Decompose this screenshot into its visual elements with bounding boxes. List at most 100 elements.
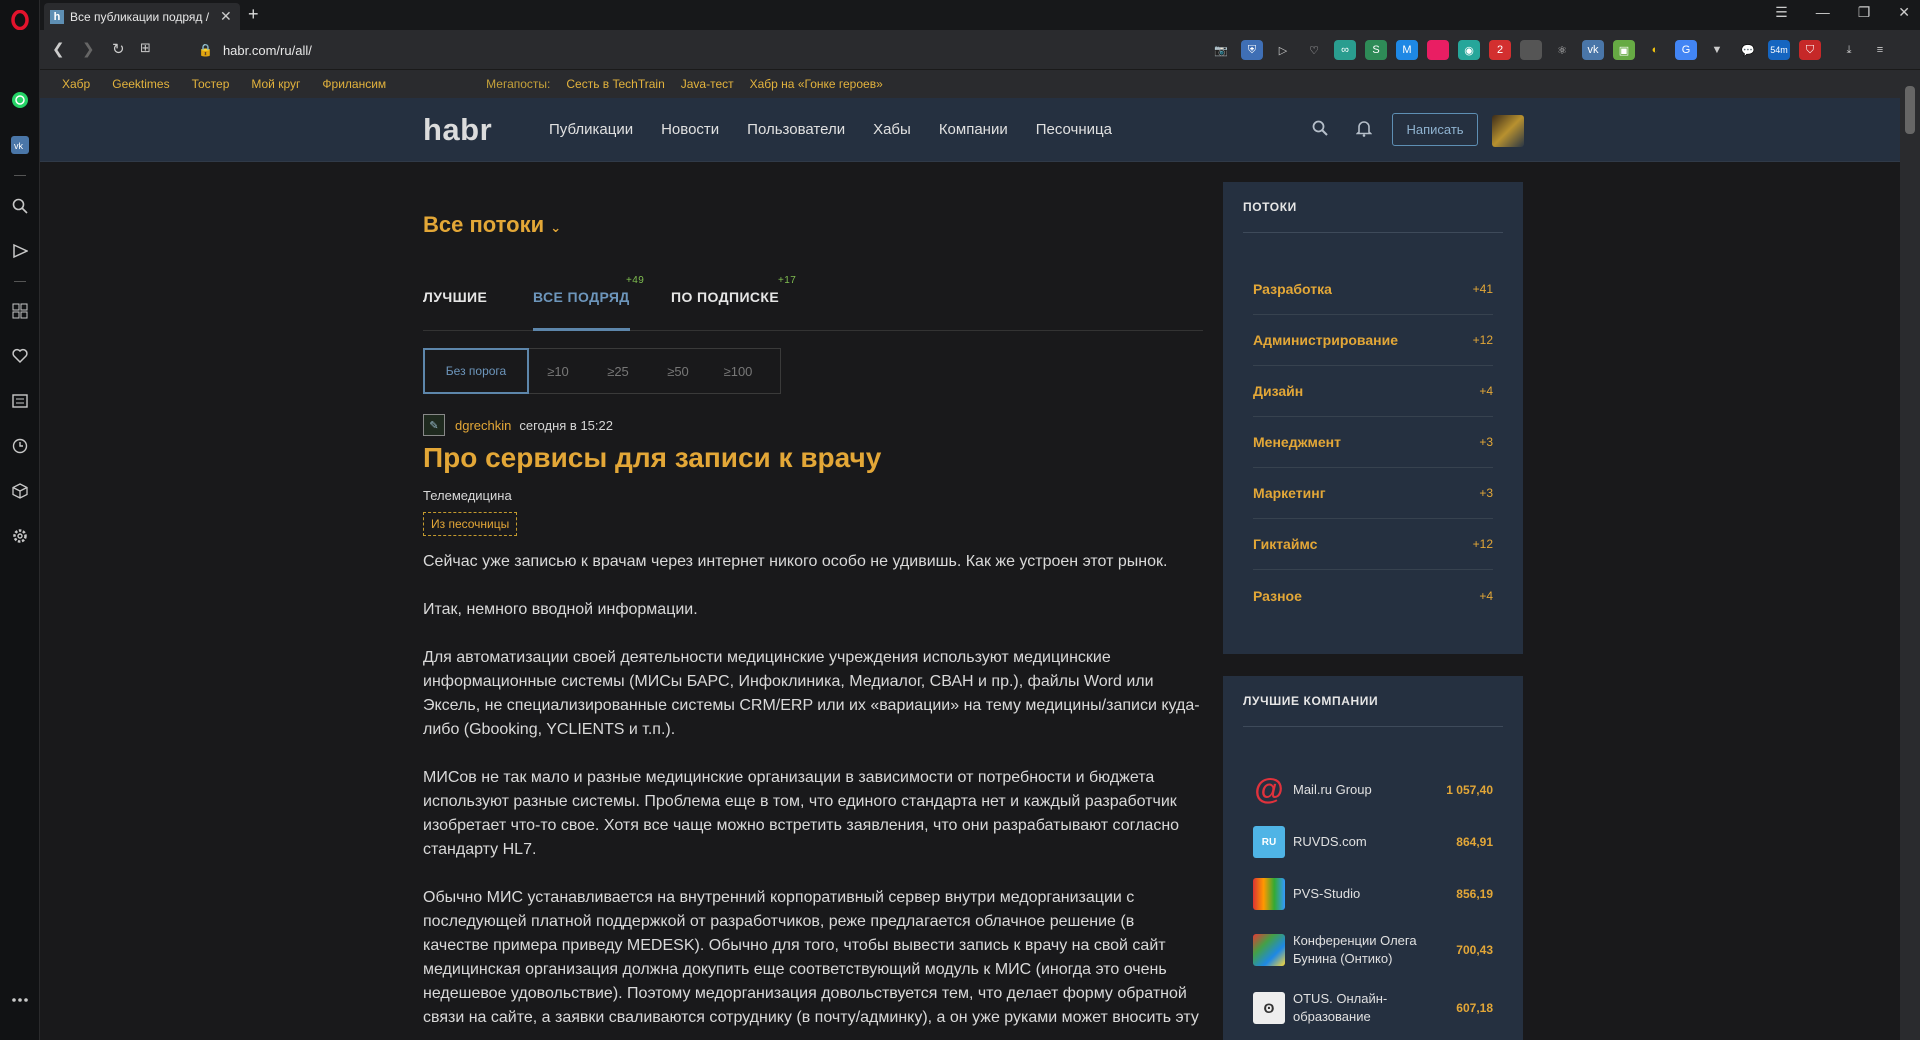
close-tab-icon[interactable]: ✕ (220, 8, 232, 25)
ext-cube-icon[interactable]: ▣ (1613, 40, 1635, 60)
ext-blue-badge-icon[interactable]: 54m (1768, 40, 1790, 60)
company-rating: 864,91 (1456, 835, 1493, 849)
play-icon[interactable]: ▷ (1272, 40, 1294, 60)
extensions-cube-icon[interactable] (8, 479, 32, 503)
post-hub[interactable]: Телемедицина (423, 488, 512, 503)
settings-gear-icon[interactable] (8, 524, 32, 548)
threshold-50[interactable]: ≥50 (648, 349, 708, 393)
ext-gray-icon[interactable] (1520, 40, 1542, 60)
ext-red-badge-icon[interactable]: 2 (1489, 40, 1511, 60)
bell-icon[interactable] (1355, 120, 1373, 142)
post-title[interactable]: Про сервисы для записи к врачу (423, 442, 881, 474)
nav-users[interactable]: Пользователи (747, 121, 845, 138)
author-avatar[interactable]: ✎ (423, 414, 445, 436)
stream-item[interactable]: Гиктаймс +12 (1253, 519, 1493, 570)
vk-icon[interactable]: vk (8, 133, 32, 157)
translate-icon[interactable]: G (1675, 40, 1697, 60)
speed-dial-icon[interactable] (8, 299, 32, 323)
ext-react-icon[interactable]: ⚛ (1551, 40, 1573, 60)
stream-item[interactable]: Администрирование +12 (1253, 315, 1493, 366)
threshold-none[interactable]: Без порога (423, 348, 529, 394)
search-icon[interactable] (8, 194, 32, 218)
stream-item[interactable]: Менеджмент +3 (1253, 417, 1493, 468)
reload-icon[interactable]: ↻ (112, 40, 125, 58)
download-icon[interactable]: ⤓ (1838, 40, 1860, 60)
ext-m-icon[interactable]: M (1396, 40, 1418, 60)
threshold-100[interactable]: ≥100 (708, 349, 768, 393)
company-name: PVS-Studio (1293, 886, 1361, 901)
minimize-icon[interactable]: — (1816, 4, 1830, 21)
post-meta: ✎ dgrechkin сегодня в 15:22 (423, 414, 613, 436)
history-icon[interactable] (8, 434, 32, 458)
company-item[interactable]: ʘ OTUS. Онлайн-образование 607,18 (1253, 990, 1493, 1026)
shield-icon[interactable]: ⛨ (1241, 40, 1263, 60)
bookmark-toster[interactable]: Тостер (192, 77, 230, 91)
stream-item[interactable]: Разработка +41 (1253, 264, 1493, 315)
ext-yellow-icon[interactable]: ◐ (1644, 40, 1666, 60)
close-window-icon[interactable]: ✕ (1898, 4, 1910, 21)
bookmark-geektimes[interactable]: Geektimes (112, 77, 169, 91)
chat-icon[interactable]: 💬 (1737, 40, 1759, 60)
send-icon[interactable] (8, 239, 32, 263)
author-link[interactable]: dgrechkin (455, 418, 511, 433)
search-icon[interactable] (1312, 120, 1328, 142)
heart-outline-icon[interactable]: ♡ (1303, 40, 1325, 60)
easy-setup-icon[interactable]: ≡ (1869, 40, 1891, 60)
write-button[interactable]: Написать (1392, 113, 1478, 146)
scrollbar-thumb[interactable] (1905, 86, 1915, 134)
new-tab-icon[interactable]: + (248, 4, 259, 25)
ext-teal-icon[interactable]: ◉ (1458, 40, 1480, 60)
user-avatar[interactable] (1492, 115, 1524, 147)
ext-pink-icon[interactable] (1427, 40, 1449, 60)
ext-green-icon[interactable]: ∞ (1334, 40, 1356, 60)
camera-icon[interactable]: 📷 (1210, 40, 1232, 60)
nav-sandbox[interactable]: Песочница (1036, 121, 1112, 138)
page-scrollbar[interactable] (1900, 70, 1920, 1040)
opera-sidebar: vk (0, 0, 40, 1040)
bookmark-freelansim[interactable]: Фрилансим (322, 77, 386, 91)
bookmark-moikrug[interactable]: Мой круг (251, 77, 300, 91)
company-item[interactable]: Конференции Олега Бунина (Онтико) 700,43 (1253, 932, 1493, 968)
url-field[interactable]: 🔒 habr.com/ru/all/ (190, 38, 1220, 62)
ext-v-icon[interactable]: ▼ (1706, 40, 1728, 60)
megapost-java-test[interactable]: Java-тест (681, 77, 734, 91)
nav-hubs[interactable]: Хабы (873, 121, 911, 138)
news-icon[interactable] (8, 389, 32, 413)
restore-icon[interactable]: ❐ (1858, 4, 1871, 21)
company-item[interactable]: @ Mail.ru Group 1 057,40 (1253, 773, 1493, 806)
streams-dropdown[interactable]: Все потоки ⌄ (423, 212, 561, 238)
company-item[interactable]: RU RUVDS.com 864,91 (1253, 826, 1493, 858)
habr-logo[interactable]: habr (423, 112, 492, 148)
ext-vk-icon[interactable]: vk (1582, 40, 1604, 60)
stream-item[interactable]: Разное +4 (1253, 570, 1493, 621)
bookmark-habr[interactable]: Хабр (62, 77, 90, 91)
back-icon[interactable]: ❮ (52, 40, 65, 58)
tab-all[interactable]: ВСЕ ПОДРЯД +49 (533, 275, 644, 331)
threshold-10[interactable]: ≥10 (528, 349, 588, 393)
megapost-hero-race[interactable]: Хабр на «Гонке героев» (750, 77, 883, 91)
ext-s-icon[interactable]: S (1365, 40, 1387, 60)
company-item[interactable]: PVS-Studio 856,19 (1253, 878, 1493, 910)
address-bar: ❮ ❯ ↻ ⊞ 🔒 habr.com/ru/all/ 📷 ⛨ ▷ ♡ ∞ S M… (40, 30, 1920, 70)
nav-publications[interactable]: Публикации (549, 121, 633, 138)
tab-subscription[interactable]: ПО ПОДПИСКЕ +17 (671, 275, 796, 305)
megapost-techtrain[interactable]: Сесть в TechTrain (566, 77, 664, 91)
ontico-logo-icon (1253, 934, 1285, 966)
sandbox-badge[interactable]: Из песочницы (423, 512, 518, 536)
tab-best[interactable]: ЛУЧШИЕ (423, 289, 487, 305)
nav-news[interactable]: Новости (661, 121, 719, 138)
nav-companies[interactable]: Компании (939, 121, 1008, 138)
more-dots-icon[interactable] (8, 988, 32, 1012)
ext-red-shield-icon[interactable]: ⛉ (1799, 40, 1821, 60)
heart-icon[interactable] (8, 344, 32, 368)
stream-item[interactable]: Дизайн +4 (1253, 366, 1493, 417)
threshold-25[interactable]: ≥25 (588, 349, 648, 393)
stream-item[interactable]: Маркетинг +3 (1253, 468, 1493, 519)
tabs-grid-icon[interactable]: ⊞ (140, 40, 151, 56)
browser-tab[interactable]: h Все публикации подряд / ✕ (44, 3, 240, 30)
extensions-toolbar: 📷 ⛨ ▷ ♡ ∞ S M ◉ 2 ⚛ vk ▣ ◐ G ▼ 💬 54m ⛉ ⤓… (1210, 40, 1891, 60)
opera-logo-icon[interactable] (8, 8, 32, 32)
forward-icon[interactable]: ❯ (82, 40, 95, 58)
tab-menu-icon[interactable]: ☰ (1775, 4, 1788, 21)
whatsapp-icon[interactable] (8, 88, 32, 112)
